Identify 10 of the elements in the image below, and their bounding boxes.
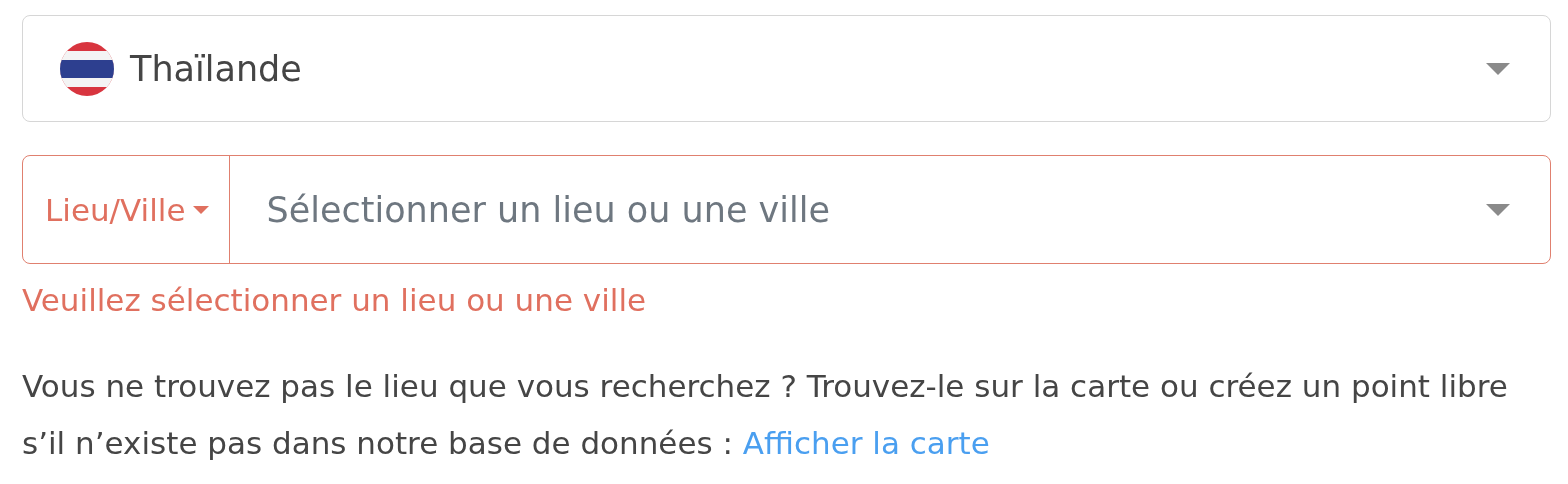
country-select[interactable]: Thaïlande	[22, 15, 1551, 122]
show-map-link[interactable]: Afficher la carte	[742, 425, 990, 461]
error-message: Veuillez sélectionner un lieu ou une ville	[22, 282, 648, 318]
location-select[interactable]: Sélectionner un lieu ou une ville	[230, 156, 1550, 263]
caret-icon	[1486, 62, 1510, 75]
caret-icon	[193, 205, 210, 214]
type-dropdown-button[interactable]: Lieu/Ville	[23, 156, 231, 263]
help-text: Vous ne trouvez pas le lieu que vous recherchez ? Trouvez-le sur la carte ou créez un point libre s’il n’existe pas dans notre base de données : Afficher la carte	[22, 367, 1509, 463]
caret-icon	[1486, 203, 1510, 216]
flag-icon	[60, 41, 114, 96]
